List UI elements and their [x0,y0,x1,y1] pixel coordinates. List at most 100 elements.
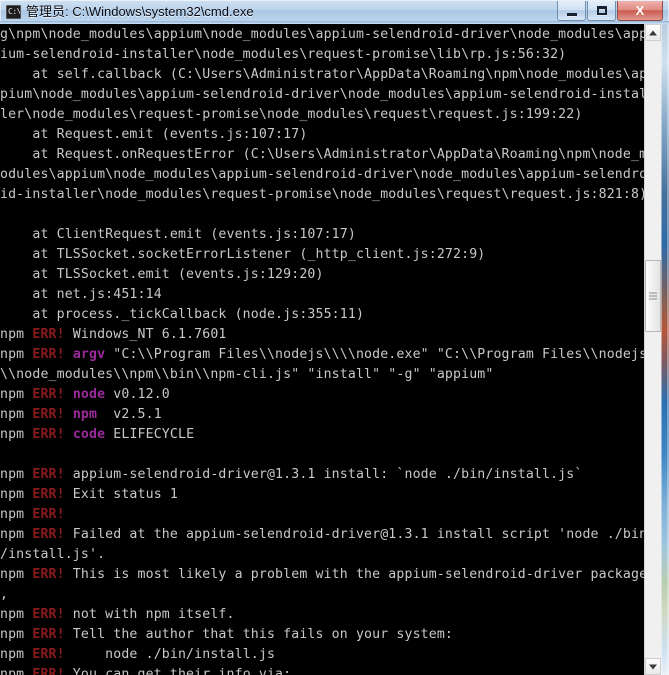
window-glass-border [661,24,669,675]
console-span: at TLSSocket.socketErrorListener (_http_… [0,247,486,262]
console-line: npm ERR! node ./bin/install.js [0,645,645,665]
window-titlebar[interactable]: C:\ 管理员: C:\Windows\system32\cmd.exe X [0,0,669,24]
minimize-button[interactable] [557,1,586,21]
console-line: at TLSSocket.emit (events.js:129:20) [0,265,645,285]
console-span: ERR! [32,647,65,662]
console-line: at Request.onRequestError (C:\Users\Admi… [0,145,645,165]
console-line: npm ERR! Failed at the appium-selendroid… [0,525,645,545]
console-line: id-installer\node_modules\request-promis… [0,185,645,205]
console-span: ERR! [32,487,65,502]
console-text: g\npm\node_modules\appium\node_modules\a… [0,25,645,675]
console-line: npm ERR! Tell the author that this fails… [0,625,645,645]
scrollbar-grip-icon [649,292,657,300]
console-span [65,387,73,402]
console-span: ERR! [32,527,65,542]
console-span: npm [0,627,33,642]
console-span: npm [0,407,33,422]
minimize-icon [558,1,585,20]
console-span: at Request.onRequestError (C:\Users\Admi… [0,147,645,162]
console-span [65,347,73,362]
console-span: ERR! [32,607,65,622]
cmd-icon-glyph: C:\ [8,7,21,16]
console-scrollbar[interactable] [644,24,661,675]
console-span: at net.js:451:14 [0,287,162,302]
cmd-icon[interactable]: C:\ [6,5,21,19]
console-span: at TLSSocket.emit (events.js:129:20) [0,267,324,282]
console-output-area[interactable]: g\npm\node_modules\appium\node_modules\a… [0,24,645,675]
console-line: npm ERR! argv "C:\\Program Files\\nodejs… [0,345,645,365]
console-span: npm [0,647,33,662]
console-span: ERR! [32,507,65,522]
console-span: npm [0,607,33,622]
console-line: npm ERR! npm v2.5.1 [0,405,645,425]
console-line: \\node_modules\\npm\\bin\\npm-cli.js" "i… [0,365,645,385]
console-span: v2.5.1 [105,407,162,422]
console-span: node ./bin/install.js [64,647,276,662]
console-line: , [0,585,645,605]
console-line: at Request.emit (events.js:107:17) [0,125,645,145]
console-span: npm [0,527,33,542]
console-line: pium\node_modules\appium-selendroid-driv… [0,85,645,105]
console-line: ler\node_modules\request-promise\node_mo… [0,105,645,125]
console-span: /install.js'. [0,547,106,562]
console-span: node [72,387,106,402]
console-line: odules\appium\node_modules\appium-selend… [0,165,645,185]
console-span: ELIFECYCLE [105,427,195,442]
console-span: npm [0,327,33,342]
console-span: at ClientRequest.emit (events.js:107:17) [0,227,356,242]
console-span: odules\appium\node_modules\appium-selend… [0,167,645,182]
maximize-restore-button[interactable] [587,1,616,21]
console-line: npm ERR! You can get their info via: [0,665,645,675]
console-line: at net.js:451:14 [0,285,645,305]
console-span: Exit status 1 [64,487,178,502]
scroll-up-arrow-icon [649,30,657,35]
console-line: /install.js'. [0,545,645,565]
console-line: at self.callback (C:\Users\Administrator… [0,65,645,85]
console-line: ium-selendroid-installer\node_modules\re… [0,45,645,65]
console-span: ler\node_modules\request-promise\node_mo… [0,107,583,122]
console-span: This is most likely a problem with the a… [64,567,645,582]
console-span [65,407,73,422]
console-span: Tell the author that this fails on your … [64,627,454,642]
console-span: code [72,427,106,442]
console-span: npm [0,487,33,502]
console-span: ERR! [32,627,65,642]
window-title: 管理员: C:\Windows\system32\cmd.exe [26,4,254,19]
console-span: ERR! [32,407,65,422]
scroll-up-button[interactable] [645,24,661,41]
console-span: ERR! [32,427,65,442]
console-span: at self.callback (C:\Users\Administrator… [0,67,645,82]
console-line: npm ERR! code ELIFECYCLE [0,425,645,445]
console-line: npm ERR! This is most likely a problem w… [0,565,645,585]
console-line: npm ERR! node v0.12.0 [0,385,645,405]
console-span: npm [0,507,33,522]
console-span: ERR! [32,667,65,675]
console-span: ERR! [32,467,65,482]
console-span: pium\node_modules\appium-selendroid-driv… [0,87,645,102]
console-line: npm ERR! Windows_NT 6.1.7601 [0,325,645,345]
close-icon: X [635,3,645,18]
console-span: ERR! [32,387,65,402]
console-span: at process._tickCallback (node.js:355:11… [0,307,365,322]
console-span: not with npm itself. [64,607,235,622]
console-line: npm ERR! not with npm itself. [0,605,645,625]
console-span: \\node_modules\\npm\\bin\\npm-cli.js" "i… [0,367,494,382]
console-span: ium-selendroid-installer\node_modules\re… [0,47,567,62]
console-span: npm [0,467,33,482]
window-controls: X [556,1,663,22]
console-span: Failed at the appium-selendroid-driver@1… [64,527,645,542]
console-line: at ClientRequest.emit (events.js:107:17) [0,225,645,245]
scrollbar-thumb[interactable] [645,260,661,332]
console-span: ERR! [32,567,65,582]
scroll-down-button[interactable] [645,658,661,675]
scroll-down-arrow-icon [649,664,657,669]
console-span: npm [0,427,33,442]
console-span: appium-selendroid-driver@1.3.1 install: … [64,467,583,482]
close-button[interactable]: X [617,1,663,21]
console-span: ERR! [32,327,65,342]
console-span: You can get their info via: [64,667,292,675]
console-span: , [0,587,9,602]
cmd-window: C:\ 管理员: C:\Windows\system32\cmd.exe X g… [0,0,669,675]
